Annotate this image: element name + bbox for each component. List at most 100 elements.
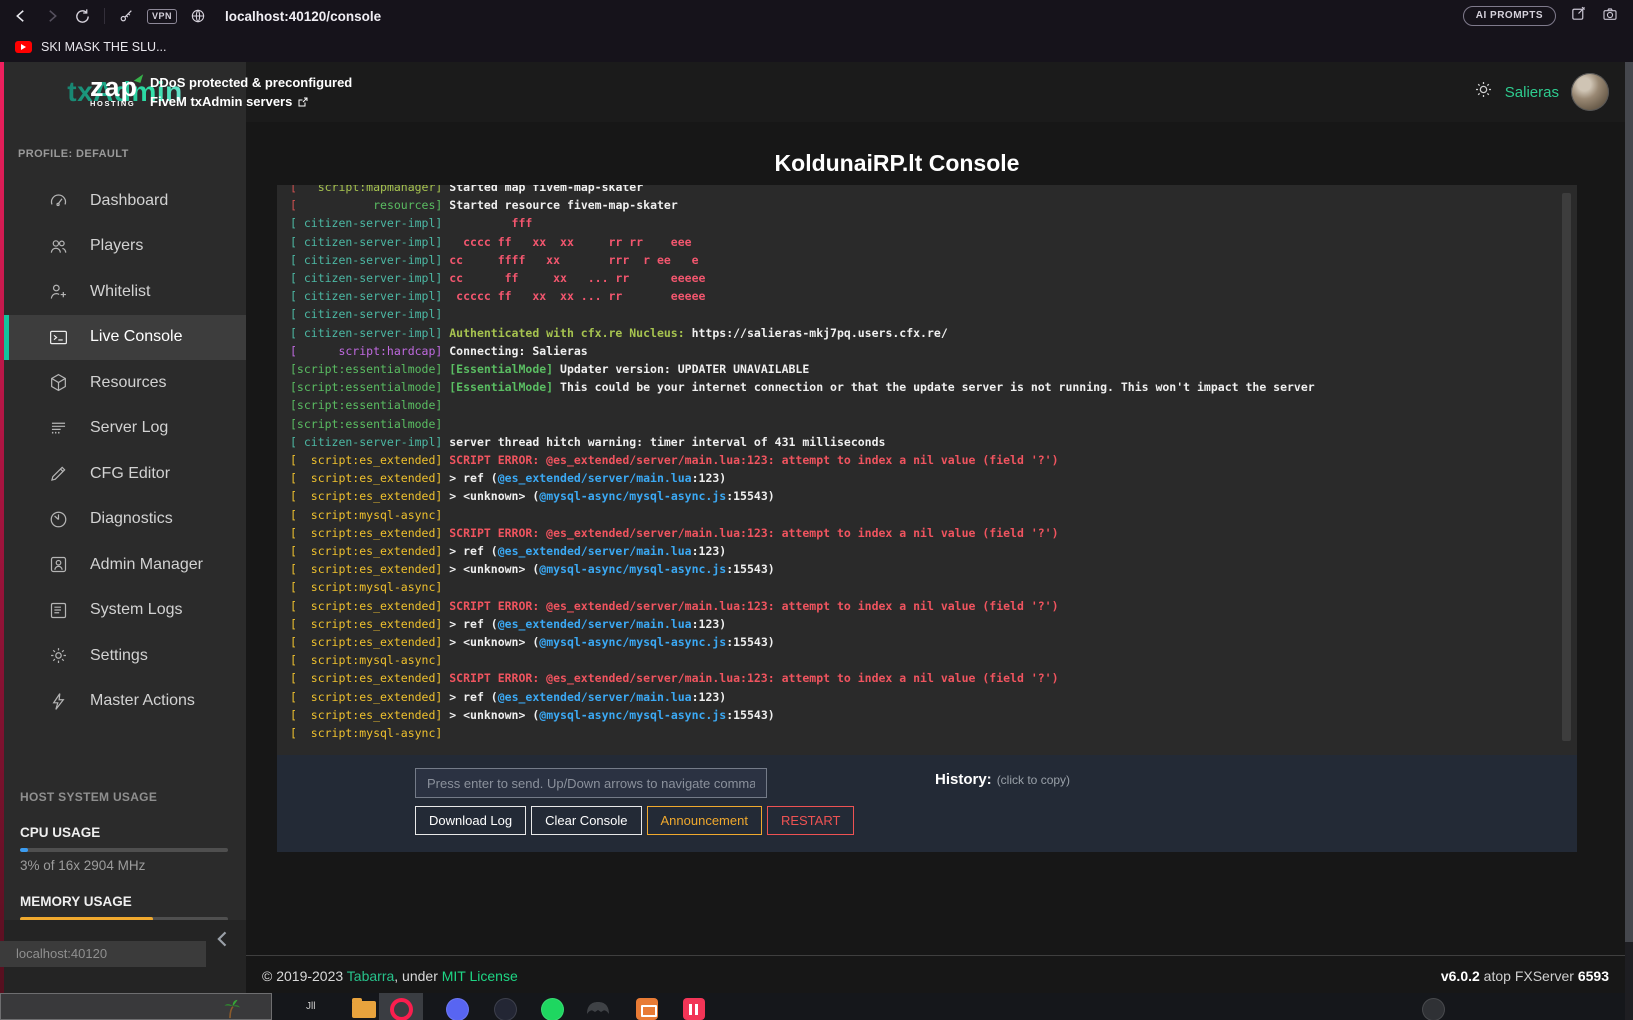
back-icon[interactable] <box>12 7 30 25</box>
resources-icon <box>48 372 69 393</box>
server-log-icon <box>48 418 69 439</box>
console-line: [ script:es_extended] SCRIPT ERROR: @es_… <box>290 524 1577 542</box>
taskbar: Jll <box>0 993 1633 1020</box>
zap-banner[interactable]: zap HOSTING DDoS protected & preconfigur… <box>90 62 352 122</box>
console-log-lines: [ script:mapmanager] Started map fivem-m… <box>290 185 1577 742</box>
console-line: [ script:es_extended] > <unknown> (@mysq… <box>290 487 1577 505</box>
opera-gx-icon[interactable] <box>390 998 413 1020</box>
window-fragment[interactable]: Jll <box>306 1001 315 1012</box>
console-line: [ citizen-server-impl] ccccc ff xx xx ..… <box>290 287 1577 305</box>
bookmark-item[interactable]: SKI MASK THE SLU... <box>41 40 167 54</box>
clear-console-button[interactable]: Clear Console <box>531 806 641 835</box>
compose-icon[interactable] <box>1570 5 1587 27</box>
sidebar-item-dashboard[interactable]: Dashboard <box>4 178 246 224</box>
theme-toggle-icon[interactable] <box>1474 80 1493 104</box>
folder-icon[interactable] <box>352 1001 376 1018</box>
live-console: [ script:mapmanager] Started map fivem-m… <box>277 185 1577 852</box>
forward-icon[interactable] <box>43 7 61 25</box>
sidebar-item-master-actions[interactable]: Master Actions <box>4 679 246 725</box>
page-footer: © 2019-2023 Tabarra, under MIT License v… <box>246 955 1625 994</box>
browser-scrollbar[interactable] <box>1625 62 1633 1020</box>
sidebar-item-label: Dashboard <box>90 192 168 210</box>
bat-app-icon[interactable] <box>585 998 611 1020</box>
sidebar-item-live-console[interactable]: Live Console <box>4 315 246 361</box>
external-link-icon <box>297 96 309 108</box>
key-icon[interactable] <box>118 8 134 24</box>
cpu-progress-fill <box>20 848 28 852</box>
username[interactable]: Salieras <box>1505 84 1559 101</box>
sidebar-item-server-log[interactable]: Server Log <box>4 406 246 452</box>
sidebar-item-cfg-editor[interactable]: CFG Editor <box>4 451 246 497</box>
zap-banner-text: DDoS protected & preconfigured FiveM txA… <box>150 73 352 112</box>
sidebar-item-diagnostics[interactable]: Diagnostics <box>4 497 246 543</box>
camera-icon[interactable] <box>1601 6 1619 27</box>
browser-chrome: VPN localhost:40120/console AI PROMPTS S… <box>0 0 1633 62</box>
console-line: [ citizen-server-impl] Authenticated wit… <box>290 324 1577 342</box>
sidebar-collapse-button[interactable] <box>213 928 233 955</box>
history-panel: History:(click to copy) <box>935 771 1070 788</box>
spotify-icon[interactable] <box>541 998 564 1020</box>
sidebar-item-system-logs[interactable]: System Logs <box>4 588 246 634</box>
sidebar-item-resources[interactable]: Resources <box>4 360 246 406</box>
command-input[interactable] <box>415 768 767 798</box>
cpu-usage-label: CPU USAGE <box>20 825 228 840</box>
console-line: [ script:es_extended] > ref (@es_extende… <box>290 469 1577 487</box>
main-content: KoldunaiRP.lt Console [ script:mapmanage… <box>246 122 1625 993</box>
sidebar-item-label: Server Log <box>90 419 168 437</box>
console-line: [ script:mysql-async] <box>290 724 1577 742</box>
youtube-icon <box>15 41 32 53</box>
profile-label: PROFILE: DEFAULT <box>4 122 246 160</box>
app-header: txAdmin zap HOSTING DDoS protected & pre… <box>4 62 1625 122</box>
console-line: [ citizen-server-impl] cc ff xx ... rr e… <box>290 269 1577 287</box>
discord-icon[interactable] <box>446 998 469 1020</box>
console-scrollbar[interactable] <box>1562 193 1571 741</box>
sidebar-item-settings[interactable]: Settings <box>4 633 246 679</box>
url-bar[interactable]: localhost:40120/console <box>225 9 381 24</box>
restart-button[interactable]: RESTART <box>767 806 854 835</box>
vpn-badge[interactable]: VPN <box>147 9 177 24</box>
page-title: KoldunaiRP.lt Console <box>277 150 1517 177</box>
console-line: [ script:es_extended] SCRIPT ERROR: @es_… <box>290 669 1577 687</box>
author-link[interactable]: Tabarra <box>347 968 394 984</box>
status-url-tooltip: localhost:40120 <box>0 941 206 967</box>
sidebar-item-admin-manager[interactable]: Admin Manager <box>4 542 246 588</box>
whitelist-icon <box>48 281 69 302</box>
license-link[interactable]: MIT License <box>442 968 518 984</box>
console-line: [ script:mysql-async] <box>290 651 1577 669</box>
sidebar-item-whitelist[interactable]: Whitelist <box>4 269 246 315</box>
console-line: [script:essentialmode] [EssentialMode] T… <box>290 378 1577 396</box>
dark-app-icon[interactable] <box>494 998 517 1020</box>
sidebar-item-label: Master Actions <box>90 692 195 710</box>
console-line: [script:essentialmode] <box>290 396 1577 414</box>
history-hint: (click to copy) <box>997 773 1070 787</box>
tray-icon[interactable] <box>1422 998 1445 1020</box>
system-logs-icon <box>48 600 69 621</box>
download-log-button[interactable]: Download Log <box>415 806 526 835</box>
console-line: [ script:es_extended] > ref (@es_extende… <box>290 615 1577 633</box>
taskbar-search-box[interactable] <box>0 993 272 1020</box>
console-line: [script:essentialmode] <box>290 415 1577 433</box>
pink-app-icon[interactable] <box>683 998 705 1020</box>
browser-nav-row: VPN localhost:40120/console <box>0 0 1633 32</box>
user-avatar[interactable] <box>1571 73 1609 111</box>
console-log[interactable]: [ script:mapmanager] Started map fivem-m… <box>277 185 1577 755</box>
ai-prompts-button[interactable]: AI PROMPTS <box>1463 6 1556 26</box>
account-area: Salieras <box>1474 62 1609 122</box>
chrome-divider <box>104 8 105 24</box>
console-buttons: Download LogClear ConsoleAnnouncementRES… <box>415 806 854 835</box>
globe-icon[interactable] <box>190 8 206 24</box>
reload-icon[interactable] <box>74 8 91 25</box>
sidebar-item-players[interactable]: Players <box>4 224 246 270</box>
orange-app-icon[interactable] <box>636 998 658 1020</box>
console-line: [ script:es_extended] > <unknown> (@mysq… <box>290 706 1577 724</box>
console-line: [ script:es_extended] > <unknown> (@mysq… <box>290 560 1577 578</box>
sidebar-item-label: Players <box>90 237 143 255</box>
dashboard-icon <box>48 190 69 211</box>
palm-tree-icon <box>219 996 241 1020</box>
bookmarks-bar: SKI MASK THE SLU... <box>0 32 1633 62</box>
announcement-button[interactable]: Announcement <box>647 806 762 835</box>
version-info: v6.0.2 atop FXServer 6593 <box>1441 956 1609 996</box>
console-line: [ citizen-server-impl] fff <box>290 214 1577 232</box>
scrollbar-thumb[interactable] <box>1625 62 1633 942</box>
console-line: [ script:es_extended] SCRIPT ERROR: @es_… <box>290 597 1577 615</box>
